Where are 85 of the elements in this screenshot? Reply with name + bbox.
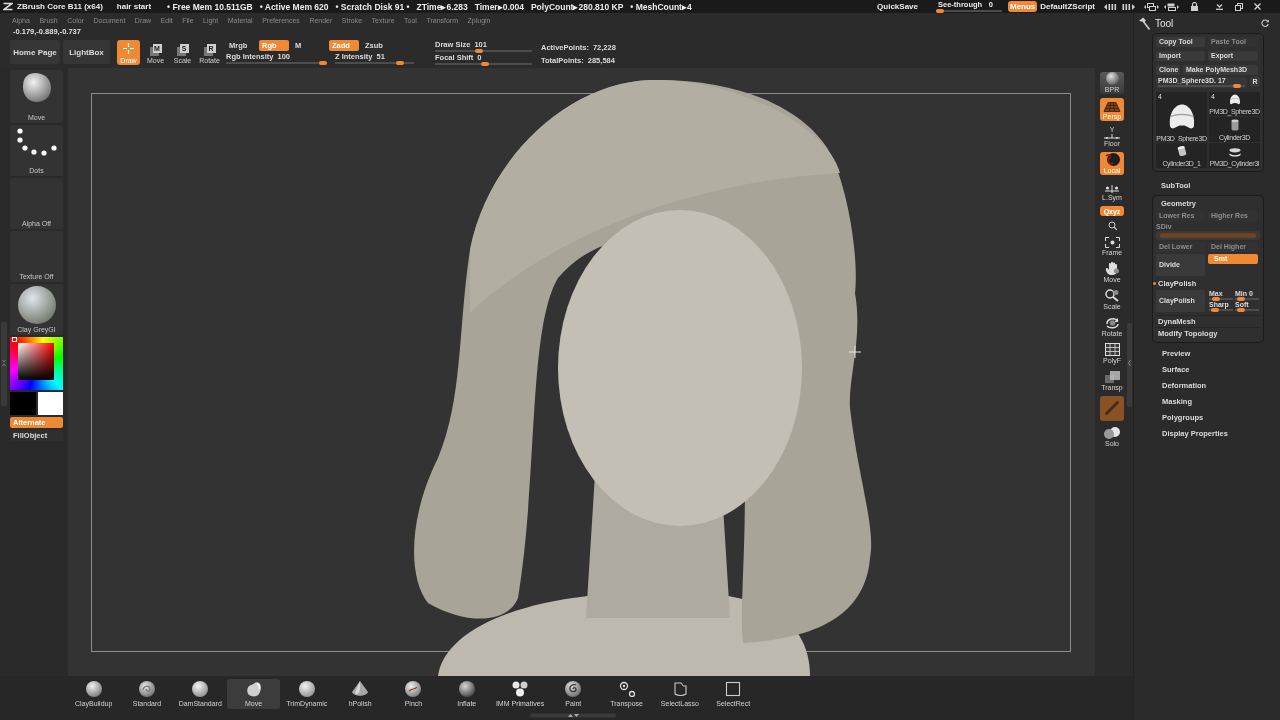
status-readout: • Active Mem 620: [259, 1, 329, 12]
spheres-icon: [1104, 427, 1120, 439]
palette-title: Tool: [1155, 17, 1174, 29]
hammer-icon: [1138, 16, 1150, 30]
cone-icon: [352, 681, 369, 697]
frame-brackets-icon: [1104, 237, 1120, 248]
color-swatch[interactable]: [37, 392, 63, 415]
magnifier-cursor-icon: [1107, 220, 1117, 230]
slider-track[interactable]: [1235, 308, 1259, 312]
floor-line-icon: [1104, 134, 1120, 139]
slider-track[interactable]: [226, 61, 327, 65]
slider-thumb[interactable]: [319, 61, 327, 65]
sphere-icon: [458, 681, 475, 697]
document-name: hair start: [116, 2, 152, 11]
sphere-icon: [85, 681, 102, 697]
brush-stroke-icon: [1105, 401, 1119, 415]
dark-sphere-icon: [1104, 153, 1120, 166]
quicksave-button[interactable]: QuickSave: [877, 2, 918, 11]
swirl-icon: [565, 681, 582, 697]
sphere-icon: [1105, 72, 1119, 85]
slider-track[interactable]: [435, 49, 532, 53]
slider-thumb[interactable]: [1233, 84, 1242, 88]
home-page-button[interactable]: Home Page: [10, 40, 60, 64]
perspective-grid-icon: [1103, 102, 1121, 112]
slider-track[interactable]: [1235, 297, 1259, 301]
slider-track[interactable]: [1209, 297, 1233, 301]
lasso-icon: [671, 681, 688, 697]
status-readout: • Scratch Disk 91 •: [335, 1, 410, 12]
sphere-icon: [298, 681, 315, 697]
blob-icon: [21, 72, 52, 102]
color-swatch[interactable]: [10, 392, 36, 415]
pinched-sphere-icon: [405, 681, 422, 697]
close-icon[interactable]: [1254, 3, 1261, 10]
color-picker[interactable]: [10, 337, 63, 390]
crosshair-cursor-icon: [849, 346, 861, 358]
status-readout: Timer▸0.004: [474, 1, 524, 12]
status-readout: ZTime▸6.283: [416, 1, 468, 12]
lightbox-button[interactable]: LightBox: [63, 40, 110, 64]
slider-thumb[interactable]: [1236, 308, 1245, 312]
dome-mesh-icon: [1227, 93, 1242, 107]
hand-icon: [1105, 262, 1119, 275]
slider-track[interactable]: [435, 62, 532, 66]
status-readout: • Free Mem 10.511GB: [167, 1, 253, 12]
panel-handle-icon[interactable]: [1, 322, 7, 406]
grooved-sphere-icon: [138, 681, 155, 697]
slider-thumb[interactable]: [1236, 297, 1245, 301]
color-indicator-icon: [12, 337, 17, 342]
app-title: ZBrush Core B11 (x64): [17, 2, 103, 11]
symmetry-icon: [1104, 185, 1120, 193]
blob-icon: [245, 681, 262, 697]
scroll-handle-icon[interactable]: [530, 713, 616, 718]
ring-dots-icon: [618, 681, 635, 697]
crosshair-icon: [123, 43, 134, 54]
dots-stroke-icon: [15, 127, 58, 156]
polygon-grid-icon: [1104, 343, 1120, 356]
rectangle-icon: [725, 681, 742, 697]
sphere-icon: [192, 681, 209, 697]
windows-arrows-icon[interactable]: [1164, 1, 1179, 12]
status-readout: PolyCount▸280.810 KP: [530, 1, 624, 12]
rotate-arrows-icon: [1104, 316, 1120, 329]
minimize-icon[interactable]: [1216, 3, 1223, 10]
windows-arrows-icon[interactable]: [1144, 1, 1159, 12]
slider-track[interactable]: [1209, 308, 1233, 312]
toggle-dot-icon[interactable]: [1153, 282, 1156, 285]
slider-thumb[interactable]: [1212, 297, 1221, 301]
slider-thumb[interactable]: [1210, 308, 1219, 312]
slider-thumb[interactable]: [475, 49, 484, 53]
slider-thumb[interactable]: [396, 61, 405, 65]
panel-handle-icon[interactable]: [1127, 323, 1132, 407]
zscript-button[interactable]: DefaultZScript: [1040, 2, 1095, 11]
overlapping-squares-icon: [1104, 371, 1120, 383]
bars-arrow-right-icon[interactable]: [1122, 2, 1135, 11]
slider-track[interactable]: [335, 61, 414, 65]
sphere-icon: [17, 286, 56, 324]
magnifier-icon: [1105, 289, 1119, 302]
slider-thumb[interactable]: [481, 62, 490, 66]
bars-arrow-left-icon[interactable]: [1104, 2, 1117, 11]
zigzag-logo-icon: [3, 2, 13, 11]
refresh-icon[interactable]: [1261, 19, 1269, 27]
spheres-icon: [512, 681, 528, 697]
lock-icon[interactable]: [1191, 2, 1198, 11]
slider-track[interactable]: [936, 9, 1002, 13]
restore-icon[interactable]: [1235, 2, 1243, 11]
slider-thumb[interactable]: [936, 9, 944, 13]
status-readout: • MeshCount▸4: [630, 1, 692, 12]
